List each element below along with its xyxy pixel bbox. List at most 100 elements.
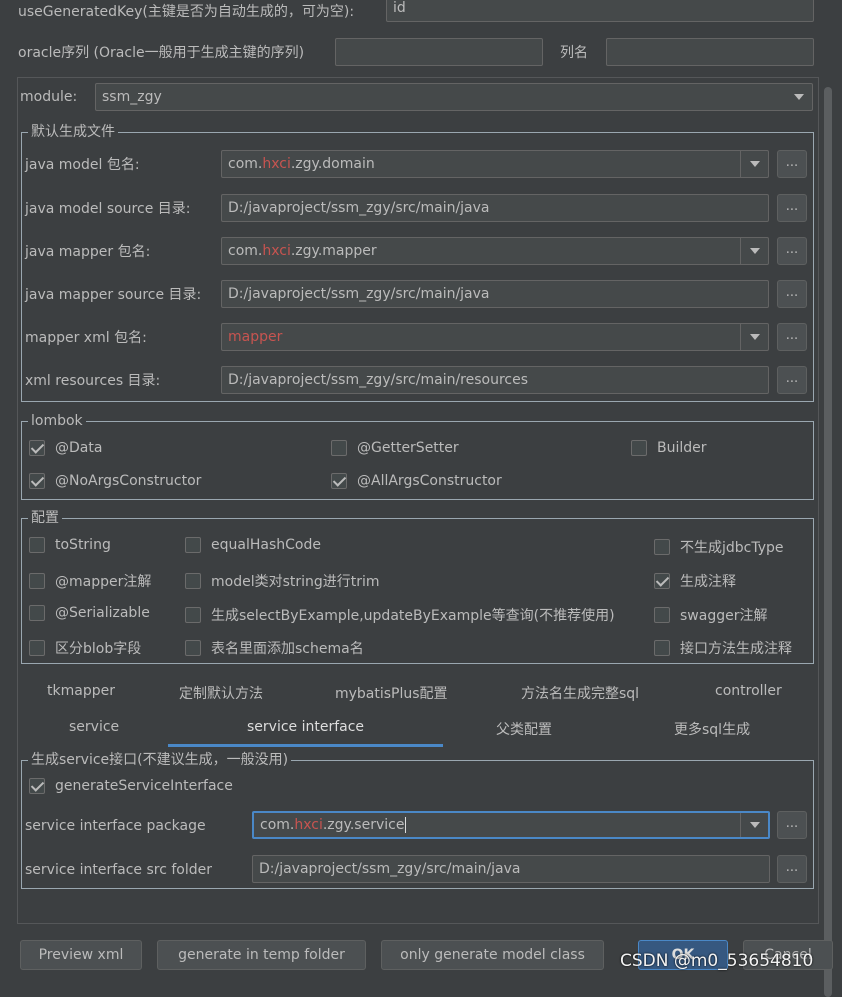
chevron-down-icon <box>740 238 768 264</box>
chevron-down-icon <box>740 324 768 350</box>
checkbox-label: @NoArgsConstructor <box>55 473 202 489</box>
default-files-title: 默认生成文件 <box>28 123 118 141</box>
default-file-label: java model 包名: <box>25 157 140 173</box>
config-option-checkbox[interactable]: model类对string进行trim <box>185 571 380 591</box>
tab-tkmapper[interactable]: tkmapper <box>47 683 115 699</box>
package-select[interactable]: mapper <box>221 323 769 351</box>
field-value: D:/javaproject/ssm_zgy/src/main/java <box>228 200 490 216</box>
checkbox-label: @GetterSetter <box>357 440 459 456</box>
chevron-down-icon <box>740 813 768 837</box>
checkbox-box <box>331 440 347 456</box>
tab-controller[interactable]: controller <box>715 683 782 699</box>
lombok-title: lombok <box>28 412 86 430</box>
tab-mybatisplus[interactable]: mybatisPlus配置 <box>335 683 448 703</box>
directory-input[interactable]: D:/javaproject/ssm_zgy/src/main/resource… <box>221 366 769 394</box>
checkbox-box <box>29 473 45 489</box>
tab-service-interface[interactable]: service interface <box>247 719 364 735</box>
checkbox-label: @mapper注解 <box>55 574 152 590</box>
lombok-data-checkbox[interactable]: @Data <box>29 440 102 456</box>
checkbox-label: toString <box>55 537 111 553</box>
browse-button[interactable]: ... <box>777 366 807 394</box>
checkbox-box <box>29 440 45 456</box>
checkbox-box <box>185 607 201 623</box>
field-value: com.hxci.zgy.domain <box>228 156 375 172</box>
lombok-builder-checkbox[interactable]: Builder <box>631 440 707 456</box>
default-file-label: java model source 目录: <box>25 201 191 217</box>
service-folder-input[interactable]: D:/javaproject/ssm_zgy/src/main/java <box>252 855 770 883</box>
browse-button[interactable]: ... <box>777 323 807 351</box>
service-package-browse-button[interactable]: ... <box>777 811 807 839</box>
config-option-checkbox[interactable]: @Serializable <box>29 605 150 621</box>
checkbox-label: equalHashCode <box>211 537 321 553</box>
checkbox-label: 生成selectByExample,updateByExample等查询(不推荐… <box>211 608 615 624</box>
default-file-label: mapper xml 包名: <box>25 330 147 346</box>
tab-service[interactable]: service <box>69 719 119 735</box>
config-option-checkbox[interactable]: 生成selectByExample,updateByExample等查询(不推荐… <box>185 605 615 625</box>
config-option-checkbox[interactable]: @mapper注解 <box>29 571 151 591</box>
checkbox-label: Builder <box>657 440 707 456</box>
chevron-down-icon <box>740 151 768 177</box>
checkbox-label: model类对string进行trim <box>211 574 380 590</box>
service-package-select[interactable]: com.hxci.zgy.service <box>252 811 770 839</box>
checkbox-box <box>654 573 670 589</box>
checkbox-label: @Serializable <box>55 605 150 621</box>
checkbox-label: 接口方法生成注释 <box>680 641 792 657</box>
tab-item[interactable]: 定制默认方法 <box>179 683 263 703</box>
checkbox-label: generateServiceInterface <box>55 778 233 794</box>
lombok-noargsconstructor-checkbox[interactable]: @NoArgsConstructor <box>29 473 201 489</box>
config-option-checkbox[interactable]: equalHashCode <box>185 537 321 553</box>
config-option-checkbox[interactable]: 不生成jdbcType <box>654 537 784 557</box>
module-select[interactable]: ssm_zgy <box>95 83 813 111</box>
lombok-allargsconstructor-checkbox[interactable]: @AllArgsConstructor <box>331 473 502 489</box>
checkbox-box <box>29 778 45 794</box>
lombok-gettersetter-checkbox[interactable]: @GetterSetter <box>331 440 459 456</box>
generate-temp-folder-button[interactable]: generate in temp folder <box>157 940 366 970</box>
tab-item[interactable]: 父类配置 <box>496 719 552 739</box>
checkbox-label: @Data <box>55 440 103 456</box>
field-value: com.hxci.zgy.mapper <box>228 243 377 259</box>
scrollbar-track[interactable] <box>823 77 833 997</box>
field-value: mapper <box>228 329 283 345</box>
checkbox-box <box>29 640 45 656</box>
config-option-checkbox[interactable]: toString <box>29 537 111 553</box>
directory-input[interactable]: D:/javaproject/ssm_zgy/src/main/java <box>221 280 769 308</box>
config-option-checkbox[interactable]: 生成注释 <box>654 571 736 591</box>
config-option-checkbox[interactable]: 接口方法生成注释 <box>654 638 792 658</box>
checkbox-label: @AllArgsConstructor <box>357 473 502 489</box>
browse-button[interactable]: ... <box>777 194 807 222</box>
checkbox-label: 生成注释 <box>680 574 736 590</box>
browse-button[interactable]: ... <box>777 150 807 178</box>
config-option-checkbox[interactable]: 区分blob字段 <box>29 638 141 658</box>
tab-sql[interactable]: 方法名生成完整sql <box>521 683 639 703</box>
package-select[interactable]: com.hxci.zgy.domain <box>221 150 769 178</box>
checkbox-box <box>185 573 201 589</box>
oracle-sequence-input[interactable] <box>335 38 543 66</box>
service-folder-label: service interface src folder <box>25 862 213 878</box>
package-select[interactable]: com.hxci.zgy.mapper <box>221 237 769 265</box>
only-generate-model-button[interactable]: only generate model class <box>381 940 604 970</box>
generated-key-input[interactable]: id <box>386 0 814 22</box>
browse-button[interactable]: ... <box>777 237 807 265</box>
default-file-label: java mapper source 目录: <box>25 287 202 303</box>
service-folder-browse-button[interactable]: ... <box>777 855 807 883</box>
column-name-input[interactable] <box>606 38 814 66</box>
default-file-label: java mapper 包名: <box>25 244 151 260</box>
field-value: D:/javaproject/ssm_zgy/src/main/resource… <box>228 372 529 388</box>
checkbox-box <box>654 640 670 656</box>
checkbox-box <box>29 573 45 589</box>
checkbox-box <box>185 640 201 656</box>
checkbox-box <box>654 539 670 555</box>
module-label: module: <box>20 89 78 105</box>
browse-button[interactable]: ... <box>777 280 807 308</box>
config-option-checkbox[interactable]: 表名里面添加schema名 <box>185 638 364 658</box>
directory-input[interactable]: D:/javaproject/ssm_zgy/src/main/java <box>221 194 769 222</box>
config-option-checkbox[interactable]: swagger注解 <box>654 605 767 625</box>
checkbox-label: 区分blob字段 <box>55 641 142 657</box>
tab-sql[interactable]: 更多sql生成 <box>674 719 750 739</box>
preview-xml-button[interactable]: Preview xml <box>20 940 142 970</box>
default-file-label: xml resources 目录: <box>25 373 161 389</box>
service-interface-title: 生成service接口(不建议生成，一般没用) <box>28 751 292 769</box>
generate-service-interface-checkbox[interactable]: generateServiceInterface <box>29 778 233 794</box>
scrollbar-thumb[interactable] <box>824 87 832 997</box>
checkbox-box <box>654 607 670 623</box>
